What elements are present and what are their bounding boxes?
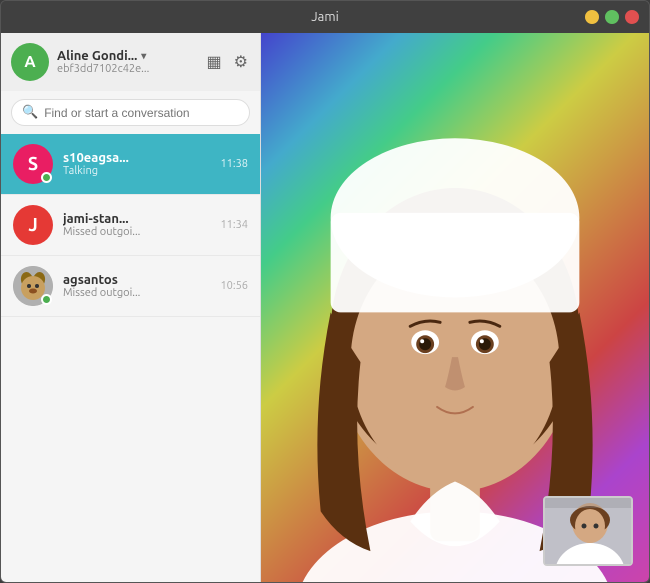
conv-status: Missed outgoi...: [63, 226, 210, 238]
conv-status: Talking: [63, 165, 210, 177]
mini-video-person: [545, 498, 633, 566]
conv-details: jami-stan... Missed outgoi...: [63, 212, 210, 238]
search-icon: 🔍: [22, 105, 38, 120]
search-input[interactable]: [44, 106, 239, 120]
qr-code-button[interactable]: ▦: [205, 50, 224, 74]
search-bar: 🔍: [1, 91, 260, 134]
conv-name: s10eagsa...: [63, 151, 210, 165]
conversation-list: S s10eagsa... Talking 11:38 J: [1, 134, 260, 582]
conv-time: 11:38: [220, 158, 248, 170]
conversation-item[interactable]: J jami-stan... Missed outgoi... 11:34: [1, 195, 260, 256]
conv-avatar-wrapper: J: [13, 205, 53, 245]
search-wrapper: 🔍: [11, 99, 250, 126]
conv-details: agsantos Missed outgoi...: [63, 273, 210, 299]
dropdown-arrow-icon: ▾: [141, 50, 146, 62]
online-dot-icon: [41, 172, 52, 183]
profile-info: Aline Gondi... ▾ ebf3dd7102c42e...: [57, 49, 197, 75]
conv-time: 11:34: [220, 219, 248, 231]
close-button[interactable]: [625, 10, 639, 24]
conv-status: Missed outgoi...: [63, 287, 210, 299]
conv-avatar: J: [13, 205, 53, 245]
conv-avatar-wrapper: [13, 266, 53, 306]
profile-name: Aline Gondi... ▾: [57, 49, 197, 63]
titlebar: Jami: [1, 1, 649, 33]
settings-button[interactable]: ⚙: [232, 50, 250, 74]
window-controls: [585, 10, 639, 24]
video-panel: [261, 33, 649, 582]
minimize-button[interactable]: [585, 10, 599, 24]
profile-header: A Aline Gondi... ▾ ebf3dd7102c42e... ▦ ⚙: [1, 33, 260, 91]
app-window: Jami A Aline Gondi... ▾ ebf3dd7102c42e..…: [0, 0, 650, 583]
conversation-item[interactable]: agsantos Missed outgoi... 10:56: [1, 256, 260, 317]
conv-name: jami-stan...: [63, 212, 210, 226]
conversation-item[interactable]: S s10eagsa... Talking 11:38: [1, 134, 260, 195]
main-content: A Aline Gondi... ▾ ebf3dd7102c42e... ▦ ⚙: [1, 33, 649, 582]
profile-id: ebf3dd7102c42e...: [57, 63, 197, 75]
window-title: Jami: [311, 10, 338, 24]
conv-time: 10:56: [220, 280, 248, 292]
profile-icons: ▦ ⚙: [205, 50, 250, 74]
mini-video-content: [545, 498, 631, 564]
online-dot-icon: [41, 294, 52, 305]
mini-video-thumbnail: [543, 496, 633, 566]
conv-name: agsantos: [63, 273, 210, 287]
conv-details: s10eagsa... Talking: [63, 151, 210, 177]
avatar: A: [11, 43, 49, 81]
maximize-button[interactable]: [605, 10, 619, 24]
sidebar: A Aline Gondi... ▾ ebf3dd7102c42e... ▦ ⚙: [1, 33, 261, 582]
conv-avatar-wrapper: S: [13, 144, 53, 184]
